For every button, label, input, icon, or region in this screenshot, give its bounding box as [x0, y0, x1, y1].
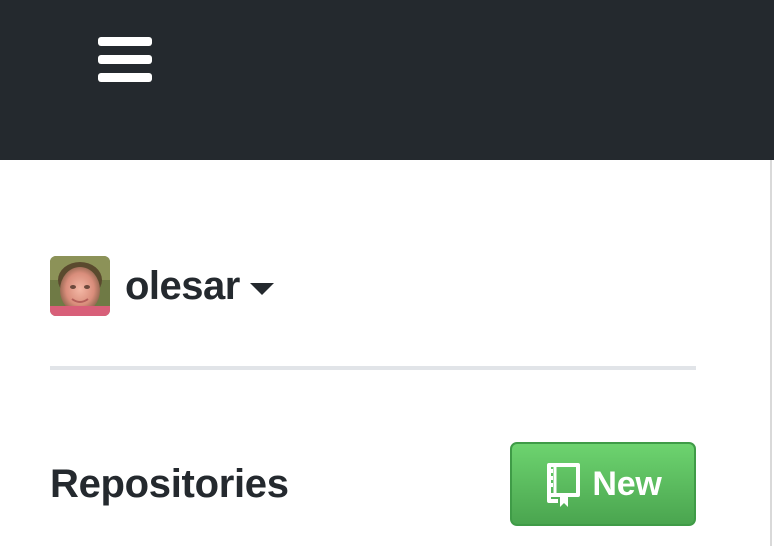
caret-down-icon[interactable]	[249, 283, 274, 295]
repo-icon	[547, 463, 581, 507]
avatar	[50, 256, 110, 316]
menu-bar	[98, 37, 152, 46]
menu-bar	[98, 73, 152, 82]
section-divider	[50, 366, 696, 370]
account-switcher[interactable]: olesar	[50, 256, 274, 316]
top-header	[0, 0, 774, 160]
new-repository-button[interactable]: New	[510, 442, 696, 526]
hamburger-menu-icon[interactable]	[98, 37, 152, 83]
new-button-label: New	[592, 464, 662, 503]
avatar-image	[50, 256, 110, 316]
repositories-heading: Repositories	[50, 462, 289, 506]
menu-bar	[98, 55, 152, 64]
account-username[interactable]: olesar	[125, 256, 240, 316]
scrollbar[interactable]	[770, 160, 772, 546]
